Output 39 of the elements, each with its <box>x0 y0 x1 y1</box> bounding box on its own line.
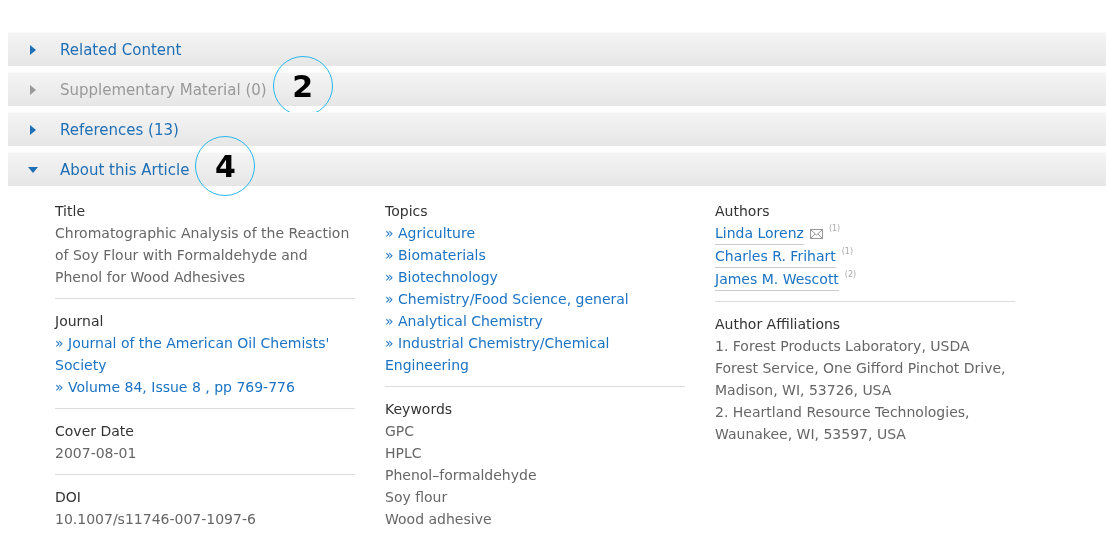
accordion-header[interactable]: References (13) <box>8 112 1106 146</box>
field-value: Wood adhesive <box>385 510 493 529</box>
author-link[interactable]: Charles R. Frihart <box>715 245 836 268</box>
section-heading: Title <box>55 202 86 221</box>
section-heading: Authors <box>715 202 771 221</box>
link[interactable]: » Agriculture <box>385 222 685 244</box>
field-value: HPLC <box>385 444 423 463</box>
mail-icon[interactable] <box>809 229 823 239</box>
caret-right-icon <box>28 124 38 135</box>
accordion-header[interactable]: Related Content <box>8 32 1106 66</box>
affiliation-note: (1) <box>828 223 841 235</box>
field-value: GPC <box>385 422 416 441</box>
caret-right-icon <box>28 84 38 95</box>
author-link[interactable]: Linda Lorenz <box>715 222 804 245</box>
affiliation-note: (2) <box>844 269 857 281</box>
field-value: 1. Forest Products Laboratory, USDA Forest Service, One Gifford Pinchot Drive, Madison, WI, 53726, USA <box>715 337 1007 400</box>
section-heading: Topics <box>385 202 429 221</box>
caret-down-icon <box>28 164 38 175</box>
field-value: Soy flour <box>385 488 449 507</box>
section-heading: Cover Date <box>55 422 135 441</box>
section-heading: Journal <box>55 312 105 331</box>
caret-right-icon <box>28 44 38 55</box>
field-value: 2. Heartland Resource Technologies, Waunakee, WI, 53597, USA <box>715 403 971 444</box>
link[interactable]: » Biotechnology <box>385 266 685 288</box>
link[interactable]: » Analytical Chemistry <box>385 310 685 332</box>
section-heading: Author Affiliations <box>715 315 842 334</box>
link[interactable]: » Industrial Chemistry/Chemical Engineering <box>385 332 685 376</box>
section-heading: DOI <box>55 488 82 507</box>
link[interactable]: » Journal of the American Oil Chemists' Society <box>55 332 355 376</box>
link[interactable]: » Chemistry/Food Science, general <box>385 288 685 310</box>
author-link[interactable]: James M. Wescott <box>715 268 839 291</box>
affiliation-note: (1) <box>841 246 854 258</box>
field-value: 10.1007/s11746-007-1097-6 <box>55 510 257 529</box>
link[interactable]: » Biomaterials <box>385 244 685 266</box>
field-value: 2007-08-01 <box>55 444 138 463</box>
link[interactable]: » Volume 84, Issue 8 , pp 769-776 <box>55 376 355 398</box>
field-value: Phenol–formaldehyde <box>385 466 538 485</box>
field-value: Chromatographic Analysis of the Reaction of Soy Flour with Formaldehyde and Phenol for Wood Adhesives <box>55 224 351 287</box>
section-heading: Keywords <box>385 400 454 419</box>
